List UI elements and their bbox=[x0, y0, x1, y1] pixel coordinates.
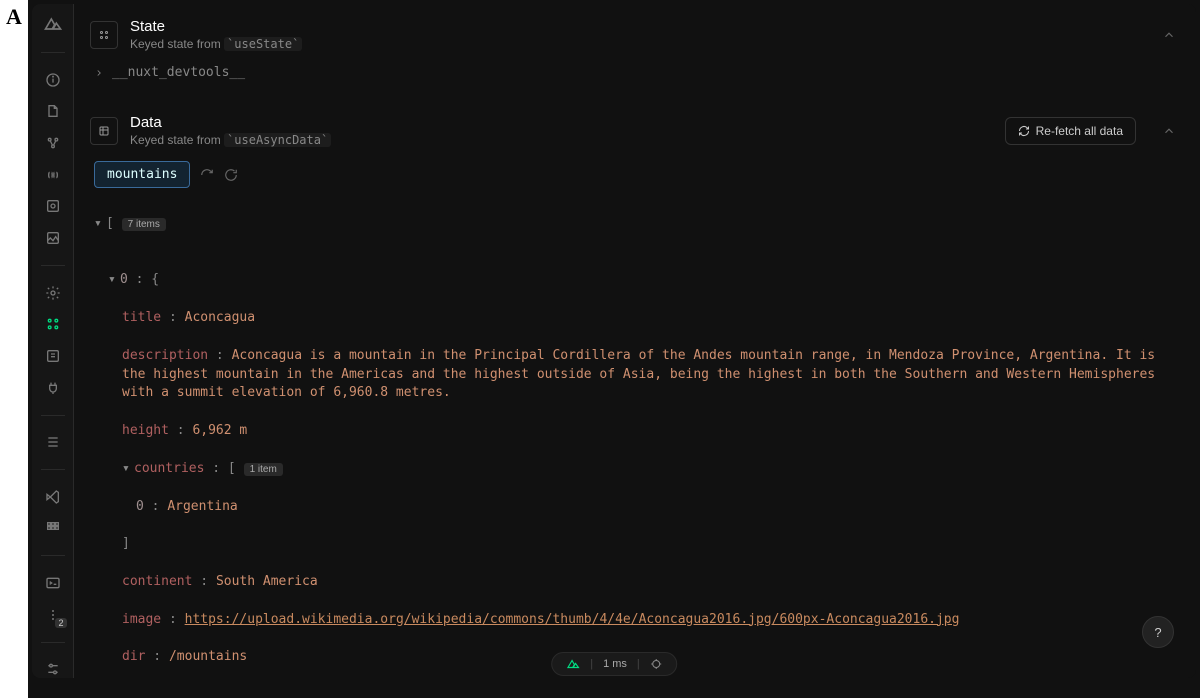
sidebar-separator bbox=[41, 555, 65, 556]
sidebar: 2 bbox=[32, 4, 74, 678]
data-section-icon bbox=[90, 117, 118, 145]
state-collapsed-row[interactable]: __nuxt_devtools__ bbox=[94, 65, 1176, 80]
reload-key-icon[interactable] bbox=[224, 168, 238, 182]
refetch-all-button[interactable]: Re-fetch all data bbox=[1005, 117, 1136, 145]
info-icon[interactable] bbox=[43, 71, 63, 89]
state-subtitle: Keyed state from `useState` bbox=[130, 37, 1150, 51]
target-icon[interactable] bbox=[650, 658, 662, 670]
sidebar-separator bbox=[41, 469, 65, 470]
items-count-badge: 7 items bbox=[122, 218, 166, 231]
state-icon[interactable] bbox=[43, 315, 63, 333]
modules-icon[interactable] bbox=[43, 198, 63, 216]
plugins-icon[interactable] bbox=[43, 379, 63, 397]
data-key-pill[interactable]: mountains bbox=[94, 161, 190, 188]
refresh-icon bbox=[1018, 125, 1030, 137]
sidebar-separator bbox=[41, 415, 65, 416]
image-link[interactable]: https://upload.wikimedia.org/wikipedia/c… bbox=[185, 612, 960, 627]
bottom-status-bar: | 1 ms | bbox=[551, 652, 677, 676]
countries-count-badge: 1 item bbox=[244, 463, 283, 476]
pages-icon[interactable] bbox=[43, 103, 63, 121]
devtools-panel: 2 State Keyed state from `useState` bbox=[32, 4, 1196, 678]
components-icon[interactable] bbox=[43, 134, 63, 152]
payload-icon[interactable] bbox=[43, 347, 63, 365]
sidebar-separator bbox=[41, 52, 65, 53]
vscode-icon[interactable] bbox=[43, 488, 63, 506]
data-title: Data bbox=[130, 114, 993, 131]
state-section-header: State Keyed state from `useState` bbox=[74, 4, 1196, 59]
timing-text: 1 ms bbox=[603, 658, 627, 670]
refresh-key-icon[interactable] bbox=[200, 168, 214, 182]
content: State Keyed state from `useState` __nuxt… bbox=[74, 4, 1196, 678]
more-icon[interactable]: 2 bbox=[43, 606, 63, 624]
runtime-config-icon[interactable] bbox=[43, 284, 63, 302]
nuxt-logo-icon[interactable] bbox=[566, 657, 580, 671]
nuxt-logo-icon[interactable] bbox=[43, 14, 63, 34]
chevron-up-icon[interactable] bbox=[1162, 124, 1176, 138]
sidebar-more-badge: 2 bbox=[55, 618, 66, 628]
sidebar-separator bbox=[41, 642, 65, 643]
settings-sliders-icon[interactable] bbox=[43, 660, 63, 678]
caret-down-icon[interactable]: ▾ bbox=[94, 215, 106, 234]
data-section-header: Data Keyed state from `useAsyncData` Re-… bbox=[74, 100, 1196, 155]
sidebar-separator bbox=[41, 265, 65, 266]
caret-down-icon[interactable]: ▾ bbox=[122, 460, 134, 479]
chevron-right-icon bbox=[94, 68, 104, 78]
data-subtitle: Keyed state from `useAsyncData` bbox=[130, 133, 993, 147]
state-collapsed-key: __nuxt_devtools__ bbox=[112, 65, 245, 80]
page-letter: A bbox=[0, 0, 28, 698]
caret-down-icon[interactable]: ▾ bbox=[108, 271, 120, 290]
chevron-up-icon[interactable] bbox=[1162, 28, 1176, 42]
state-title: State bbox=[130, 18, 1150, 35]
composables-icon[interactable] bbox=[43, 166, 63, 184]
state-section-icon bbox=[90, 21, 118, 49]
timeline-icon[interactable] bbox=[43, 433, 63, 451]
grid-icon[interactable] bbox=[43, 520, 63, 538]
terminal-icon[interactable] bbox=[43, 574, 63, 592]
assets-icon[interactable] bbox=[43, 229, 63, 247]
help-button[interactable]: ? bbox=[1142, 616, 1174, 648]
json-tree: ▾[ 7 items ▾0 : { title : Aconcagua desc… bbox=[94, 196, 1176, 678]
